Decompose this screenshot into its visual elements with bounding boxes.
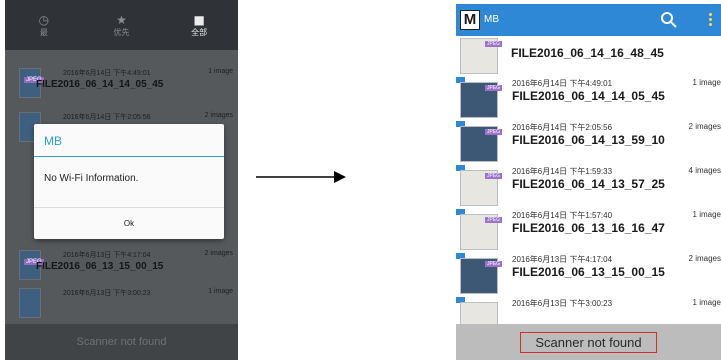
thumbnail: JPEG [460,82,503,118]
item-meta: 2016年6月13日 下午4:17:04 2 images [512,254,721,265]
item-count: 2 images [204,250,233,257]
item-filename: FILE2016_06_13_15_00_15 [512,265,665,279]
jpeg-badge: JPEG [485,261,503,267]
item-count: 2 images [204,112,233,119]
thumbnail [19,288,41,318]
item-meta: 2016年6月14日 下午2:05:56 2 images [512,122,721,133]
list-item[interactable]: JPEG 2016年6月14日 下午4:49:01 1 image FILE20… [456,76,721,118]
item-count: 1 image [692,298,721,307]
item-date: 2016年6月14日 下午4:49:01 [63,70,151,77]
left-phone-screen: ◷ 最 ★ 优先 ■ 全部 JPEG 2016年6月14日 下午4:49:01 … [5,0,238,360]
right-phone-screen: M MB JPEG FILE2016_06_14_16_48_45 JPEG 2… [456,4,721,360]
list-item[interactable]: JPEG 2016年6月13日 下午4:17:04 2 images FILE2… [5,246,238,284]
item-count: 4 images [688,166,721,175]
app-bar: M MB [456,4,721,36]
item-count: 1 image [208,288,233,295]
wifi-alert-dialog: MB No Wi-Fi Information. Ok [34,124,224,239]
thumbnail: JPEG [460,258,503,294]
item-count: 2 images [688,254,721,263]
item-date: 2016年6月14日 下午2:05:56 [512,123,613,132]
tab-recent[interactable]: ◷ 最 [5,0,83,50]
jpeg-badge: JPEG [485,173,503,179]
item-date: 2016年6月14日 下午1:59:33 [512,167,613,176]
list-item[interactable]: JPEG 2016年6月13日 下午4:17:04 2 images FILE2… [456,252,721,294]
item-filename: FILE2016_06_14_14_05_45 [36,79,164,90]
item-date: 2016年6月13日 下午3:00:23 [512,299,613,308]
item-filename: FILE2016_06_14_13_59_10 [512,133,665,147]
item-meta: 2016年6月14日 下午2:05:56 2 images [63,112,233,122]
transition-arrow-icon [256,171,346,183]
tag-icon: ■ [193,12,205,27]
thumbnail: JPEG [460,214,503,250]
jpeg-badge: JPEG [485,85,503,91]
overflow-menu-icon[interactable] [707,12,713,28]
list-item[interactable]: 2016年6月13日 下午3:00:23 1 image [5,284,238,322]
item-count: 1 image [692,210,721,219]
list-item[interactable]: JPEG 2016年6月14日 下午1:57:40 1 image FILE20… [456,208,721,250]
dialog-message: No Wi-Fi Information. [44,173,139,184]
scanner-status-bar[interactable]: Scanner not found [5,324,238,360]
app-title: MB [484,14,499,25]
tab-priority[interactable]: ★ 优先 [83,0,161,50]
item-count: 1 image [208,68,233,75]
item-filename: FILE2016_06_14_14_05_45 [512,89,665,103]
dialog-title-divider [34,156,224,157]
clock-icon: ◷ [38,12,50,27]
tab-label: 最 [39,27,48,37]
tab-label: 全部 [191,27,208,37]
item-meta: 2016年6月14日 下午1:59:33 4 images [512,166,721,177]
item-date: 2016年6月14日 下午2:05:56 [63,114,151,121]
item-date: 2016年6月14日 下午1:57:40 [512,211,613,220]
jpeg-badge: JPEG [485,217,503,223]
star-icon: ★ [116,12,127,27]
ok-button[interactable]: Ok [34,208,224,239]
item-meta: 2016年6月14日 下午1:57:40 1 image [512,210,721,221]
item-meta: 2016年6月13日 下午4:17:04 2 images [63,250,233,260]
search-icon[interactable] [660,11,678,29]
list-item[interactable]: JPEG 2016年6月14日 下午2:05:56 2 images FILE2… [456,120,721,162]
jpeg-badge: JPEG [485,129,503,135]
item-filename: FILE2016_06_14_16_48_45 [511,46,664,60]
item-count: 1 image [692,78,721,87]
app-logo: M [460,10,480,30]
item-date: 2016年6月13日 下午4:17:04 [512,255,613,264]
item-filename: FILE2016_06_13_15_00_15 [36,261,164,272]
left-tab-bar: ◷ 最 ★ 优先 ■ 全部 [5,0,238,50]
item-date: 2016年6月13日 下午4:17:04 [63,252,151,259]
item-meta: 2016年6月14日 下午4:49:01 1 image [63,68,233,78]
item-date: 2016年6月14日 下午4:49:01 [512,79,613,88]
dialog-title: MB [44,134,62,148]
list-item[interactable]: JPEG 2016年6月14日 下午1:59:33 4 images FILE2… [456,164,721,206]
tab-all[interactable]: ■ 全部 [160,0,238,50]
jpeg-badge: JPEG [485,41,503,47]
item-filename: FILE2016_06_13_16_16_47 [512,221,665,235]
item-meta: 2016年6月13日 下午3:00:23 1 image [63,288,233,298]
scanner-not-found-button[interactable]: Scanner not found [520,331,657,353]
comparison-figure: ◷ 最 ★ 优先 ■ 全部 JPEG 2016年6月14日 下午4:49:01 … [0,0,721,360]
thumbnail: JPEG [460,170,503,206]
item-filename: FILE2016_06_14_13_57_25 [512,177,665,191]
list-item[interactable]: JPEG 2016年6月14日 下午4:49:01 1 image FILE20… [5,64,238,102]
tab-label: 优先 [113,27,130,37]
list-item[interactable]: JPEG FILE2016_06_14_16_48_45 [456,36,721,78]
thumbnail: JPEG [460,38,503,74]
item-date: 2016年6月13日 下午3:00:23 [63,290,151,297]
item-count: 2 images [688,122,721,131]
scanner-status-bar: Scanner not found [456,324,721,360]
thumbnail: JPEG [460,126,503,162]
item-meta: 2016年6月14日 下午4:49:01 1 image [512,78,721,89]
item-meta: 2016年6月13日 下午3:00:23 1 image [512,298,721,309]
